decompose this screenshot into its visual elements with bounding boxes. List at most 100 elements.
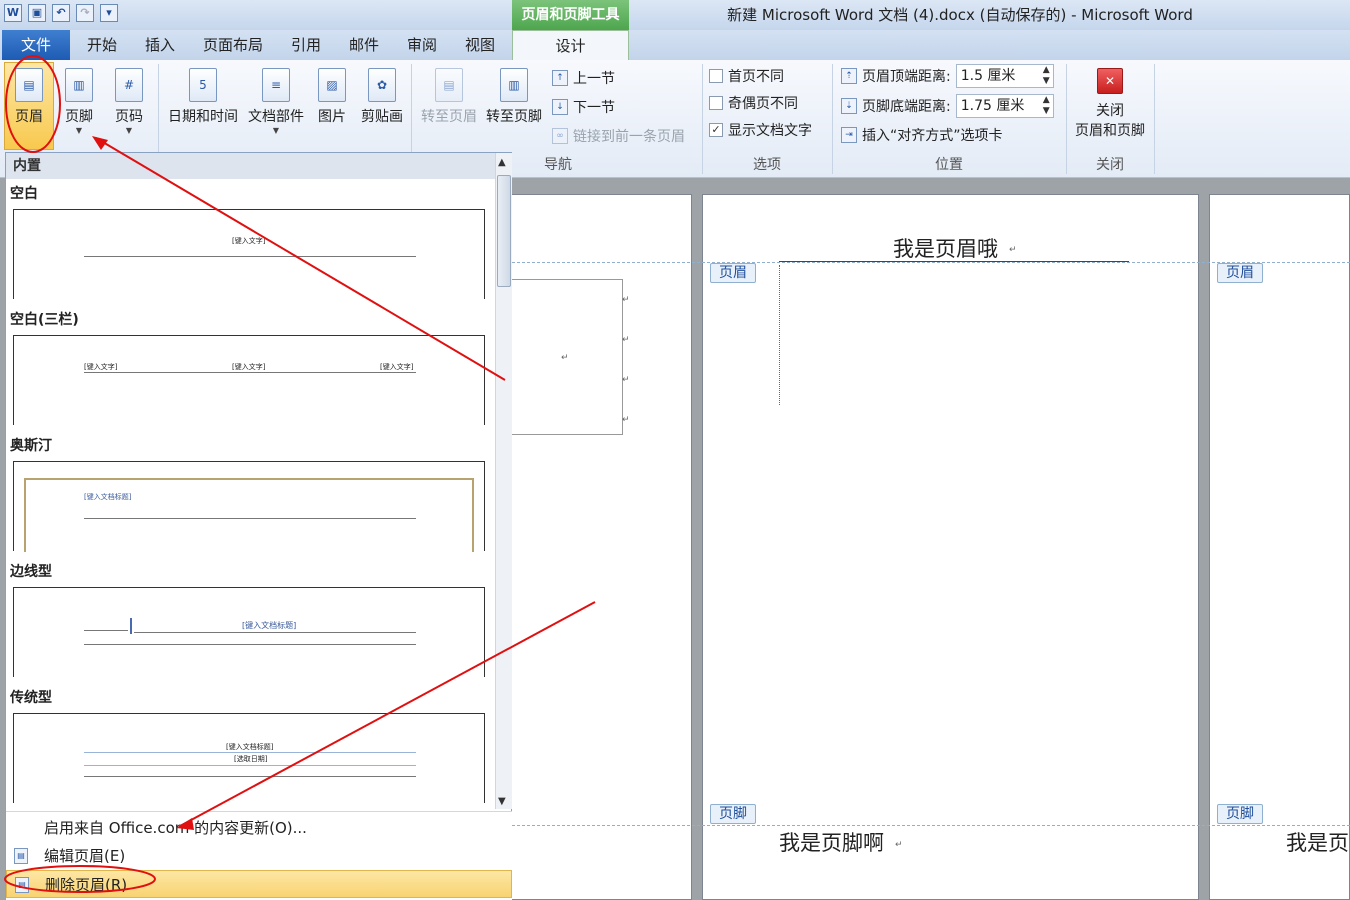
gallery-item-blank-three-column[interactable]: [键入文字] [键入文字] [键入文字] <box>13 335 485 425</box>
spinner-arrows-icon[interactable]: ▲ ▼ <box>1043 65 1050 87</box>
gallery-item-blank[interactable]: [键入文字] <box>13 209 485 299</box>
document-page-right[interactable]: 我是页 <box>1209 194 1350 900</box>
footer-distance-icon: ⇣ <box>841 98 857 114</box>
tab-mailings[interactable]: 邮件 <box>338 30 390 60</box>
show-document-text-option[interactable]: ✓ 显示文档文字 <box>709 119 812 141</box>
scroll-thumb[interactable] <box>497 175 511 287</box>
alignment-tab-icon: ⇥ <box>841 127 857 143</box>
next-section-button[interactable]: ↓ 下一节 <box>552 96 615 118</box>
footer-text-partial[interactable]: 我是页 <box>1286 827 1349 857</box>
insert-alignment-tab-button[interactable]: ⇥ 插入“对齐方式”选项卡 <box>841 124 1003 146</box>
tab-review[interactable]: 审阅 <box>396 30 448 60</box>
header-distance-icon: ⇡ <box>841 68 857 84</box>
next-section-label: 下一节 <box>573 100 615 116</box>
document-parts-button[interactable]: ≡ 文档部件 ▼ <box>244 64 308 150</box>
word-app-icon[interactable]: W <box>4 4 22 22</box>
close-button-line2: 页眉和页脚 <box>1075 123 1145 139</box>
header-button[interactable]: ▤ 页眉 <box>4 64 54 150</box>
link-to-previous-label: 链接到前一条页眉 <box>573 129 685 145</box>
different-odd-even-option[interactable]: 奇偶页不同 <box>709 92 798 114</box>
header-top-distance: ⇡ 页眉顶端距离: 1.5 厘米 ▲ ▼ <box>841 64 1054 88</box>
close-header-footer-button[interactable]: ✕ 关闭 页眉和页脚 <box>1070 64 1150 150</box>
tab-view[interactable]: 视图 <box>454 30 506 60</box>
preview-line <box>84 256 416 257</box>
spinner-arrows-icon[interactable]: ▲ ▼ <box>1043 95 1050 117</box>
preview-line <box>84 644 416 645</box>
gallery-section-title: 传统型 <box>10 690 52 706</box>
quick-access-toolbar: W ▣ ↶ ↷ ▾ <box>4 4 118 22</box>
menu-item-remove-header[interactable]: ▤ 删除页眉(R) <box>6 870 512 898</box>
gallery-item-sideline[interactable]: [键入文档标题] <box>13 587 485 677</box>
scroll-up-arrow-icon[interactable]: ▲ <box>498 157 506 168</box>
gallery-item-austin[interactable]: [键入文档标题] <box>13 461 485 552</box>
paragraph-marks-column <box>779 265 781 405</box>
undo-icon[interactable]: ↶ <box>52 4 70 22</box>
paragraph-mark: ↵ <box>622 335 630 345</box>
tab-page-layout[interactable]: 页面布局 <box>192 30 274 60</box>
page-number-label: 页码 <box>115 109 143 125</box>
previous-section-icon: ↑ <box>552 70 568 86</box>
title-bar: W ▣ ↶ ↷ ▾ 页眉和页脚工具 新建 Microsoft Word 文档 (… <box>0 0 1350 30</box>
next-section-icon: ↓ <box>552 99 568 115</box>
document-parts-icon: ≡ <box>262 68 290 102</box>
previous-section-label: 上一节 <box>573 71 615 87</box>
clip-art-button[interactable]: ✿ 剪贴画 <box>356 64 408 150</box>
edit-header-icon: ▤ <box>14 848 28 864</box>
link-to-previous-button[interactable]: ∞ 链接到前一条页眉 <box>552 125 685 147</box>
header-text[interactable]: 我是页眉哦 <box>893 233 998 263</box>
footer-dropdown-arrow: ▼ <box>75 126 83 135</box>
tab-design[interactable]: 设计 <box>512 30 629 61</box>
close-button-line1: 关闭 <box>1096 103 1124 119</box>
separator <box>1154 64 1155 174</box>
preview-placeholder: [选取日期] <box>234 755 268 763</box>
previous-section-button[interactable]: ↑ 上一节 <box>552 67 615 89</box>
goto-footer-label: 转至页脚 <box>486 109 542 125</box>
remove-header-label: 删除页眉(R) <box>45 876 128 894</box>
tab-references[interactable]: 引用 <box>280 30 332 60</box>
document-page-left[interactable]: ↵ ↵ ↵ ↵ ↵ <box>490 194 692 900</box>
different-first-page-option[interactable]: 首页不同 <box>709 65 784 87</box>
position-group-label: 位置 <box>935 157 963 173</box>
tab-file[interactable]: 文件 <box>2 30 70 60</box>
preview-line <box>84 765 416 766</box>
preview-placeholder: [键入文字] <box>84 363 118 371</box>
footer-button-label: 页脚 <box>65 109 93 125</box>
gallery-item-traditional[interactable]: [键入文档标题] [选取日期] <box>13 713 485 803</box>
preview-placeholder: [键入文字] <box>232 363 266 371</box>
header-icon: ▤ <box>15 68 43 102</box>
preview-bar <box>130 618 132 634</box>
preview-placeholder: [键入文档标题] <box>226 743 274 751</box>
preview-line <box>84 630 128 631</box>
gallery-section-title: 边线型 <box>10 564 52 580</box>
page-number-button[interactable]: # 页码 ▼ <box>104 64 154 150</box>
goto-header-button[interactable]: ▤ 转至页眉 <box>416 64 482 150</box>
menu-item-enable-content-updates[interactable]: 启用来自 Office.com 的内容更新(O)... <box>6 814 512 842</box>
footer-text[interactable]: 我是页脚啊 <box>779 827 884 857</box>
document-parts-label: 文档部件 <box>248 109 304 125</box>
customize-qat-icon[interactable]: ▾ <box>100 4 118 22</box>
footer-tag: 页脚 <box>710 804 756 824</box>
tab-insert[interactable]: 插入 <box>134 30 186 60</box>
preview-placeholder: [键入文档标题] <box>242 621 297 630</box>
save-icon[interactable]: ▣ <box>28 4 46 22</box>
menu-item-edit-header[interactable]: ▤ 编辑页眉(E) <box>6 842 512 870</box>
gallery-scrollbar[interactable]: ▲ ▼ <box>495 153 512 809</box>
preview-placeholder: [键入文字] <box>232 237 266 245</box>
goto-footer-button[interactable]: ▥ 转至页脚 <box>482 64 546 150</box>
picture-button[interactable]: ▨ 图片 <box>310 64 354 150</box>
different-odd-even-checkbox[interactable] <box>709 96 723 110</box>
different-first-page-checkbox[interactable] <box>709 69 723 83</box>
date-time-button[interactable]: 5 日期和时间 <box>164 64 242 150</box>
show-document-text-checkbox[interactable]: ✓ <box>709 123 723 137</box>
header-top-distance-spinner[interactable]: 1.5 厘米 ▲ ▼ <box>955 64 1054 88</box>
redo-icon[interactable]: ↷ <box>76 4 94 22</box>
footer-tag: 页脚 <box>1217 804 1263 824</box>
footer-button[interactable]: ▥ 页脚 ▼ <box>54 64 104 150</box>
goto-footer-icon: ▥ <box>500 68 528 102</box>
tab-home[interactable]: 开始 <box>76 30 128 60</box>
footer-bottom-distance-spinner[interactable]: 1.75 厘米 ▲ ▼ <box>955 94 1054 118</box>
paragraph-mark: ↵ <box>622 415 630 425</box>
preview-line <box>84 752 416 753</box>
scroll-down-arrow-icon[interactable]: ▼ <box>498 796 506 807</box>
document-page-middle[interactable]: 我是页眉哦 ↵ 我是页脚啊 ↵ <box>702 194 1199 900</box>
